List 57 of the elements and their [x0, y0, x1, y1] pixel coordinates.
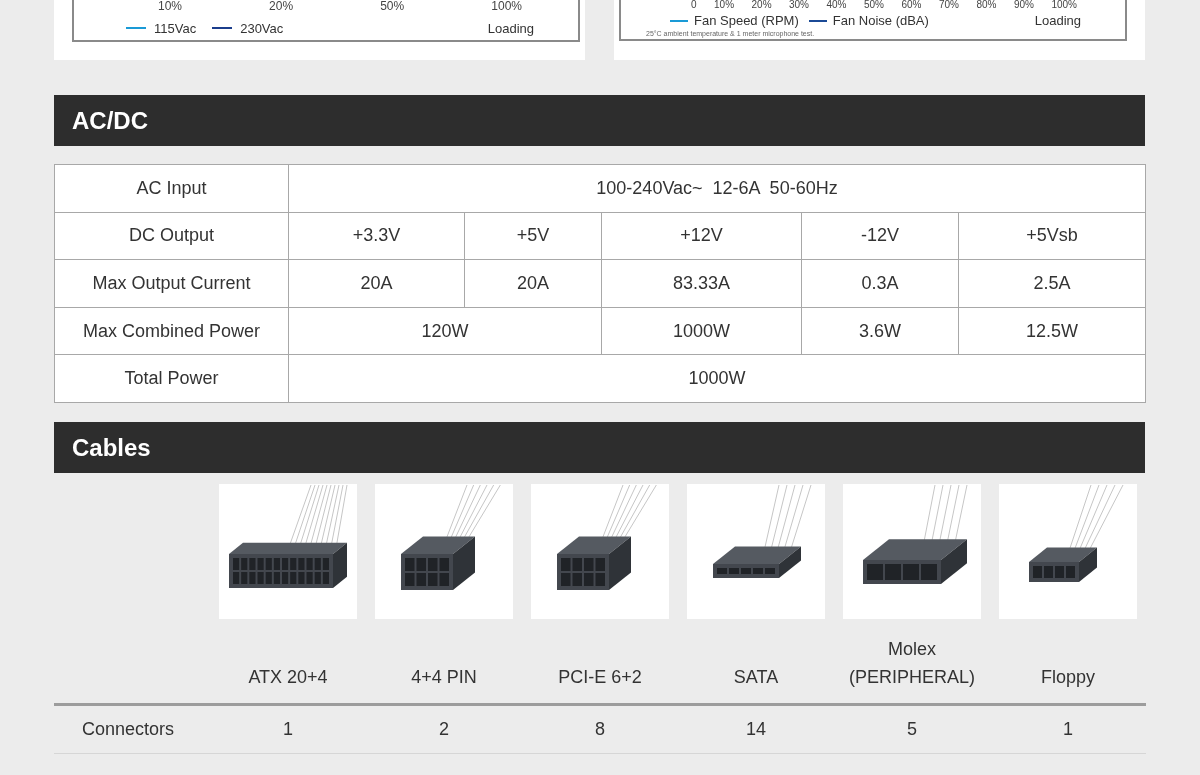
axis-tick-label: 0	[691, 0, 697, 10]
axis-tick-label: 50%	[863, 0, 884, 10]
table-cell: -12V	[801, 212, 959, 260]
axis-tick-label: 100%	[1051, 0, 1077, 10]
table-cell: 120W	[288, 307, 602, 355]
axis-title: Loading	[487, 20, 534, 36]
table-cell: 2.5A	[958, 259, 1146, 308]
table-cell: 1	[283, 718, 293, 740]
table-cell: 1000W	[601, 307, 802, 355]
row-header: Connectors	[81, 718, 176, 740]
table-cell: 8	[595, 718, 605, 740]
column-header: PCI-E 6+2	[557, 665, 643, 689]
axis-tick-label: 20%	[269, 0, 294, 12]
axis-tick-label: 50%	[380, 0, 405, 12]
axis-tick-label: 80%	[976, 0, 997, 10]
table-cell: 20A	[464, 259, 602, 308]
axis-tick-label: 10%	[714, 0, 735, 10]
legend-label: Fan Noise (dBA)	[832, 13, 929, 28]
axis-tick-label: 70%	[938, 0, 959, 10]
axis-tick-label: 20%	[751, 0, 772, 10]
table-cell: 2	[439, 718, 449, 740]
table-cell: 5	[907, 718, 917, 740]
table-cell: +3.3V	[288, 212, 465, 260]
table-cell: 14	[746, 718, 766, 740]
table-cell: 1	[1063, 718, 1073, 740]
table-cell: 100-240Vac~ 12-6A 50-60Hz	[288, 164, 1146, 213]
table-cell: +5V	[464, 212, 602, 260]
column-header: SATA	[732, 665, 780, 689]
axis-tick-label: 60%	[901, 0, 922, 10]
table-cell: 83.33A	[601, 259, 802, 308]
column-header: 4+4 PIN	[410, 665, 478, 689]
axis-tick-label: 10%	[158, 0, 183, 12]
axis-tick-label: 90%	[1013, 0, 1034, 10]
row-header: DC Output	[54, 212, 289, 260]
table-cell: 1000W	[288, 354, 1146, 403]
table-cell: +12V	[601, 212, 802, 260]
table-cell: 0.3A	[801, 259, 959, 308]
table-cell: 3.6W	[801, 307, 959, 355]
legend-label: 115Vac	[154, 20, 197, 36]
legend-label: 230Vac	[240, 20, 284, 36]
column-header: Molex (PERIPHERAL)	[848, 637, 976, 689]
axis-tick-label: 100%	[491, 0, 522, 12]
row-header: Max Output Current	[54, 259, 289, 308]
column-header: ATX 20+4	[247, 665, 329, 689]
axis-tick-label: 40%	[826, 0, 847, 10]
table-cell: +5Vsb	[958, 212, 1146, 260]
table-cell: 20A	[288, 259, 465, 308]
row-header: Max Combined Power	[54, 307, 289, 355]
axis-tick-label: 30%	[789, 0, 809, 10]
column-header: Floppy	[1040, 665, 1096, 689]
table-cell: 12.5W	[958, 307, 1146, 355]
axis-title: Loading	[1034, 13, 1081, 28]
section-header: Cables	[54, 421, 1145, 473]
section-header: AC/DC	[54, 95, 1145, 146]
legend-label: Fan Speed (RPM)	[694, 13, 799, 28]
row-header: Total Power	[54, 354, 289, 403]
row-header: AC Input	[54, 164, 289, 213]
